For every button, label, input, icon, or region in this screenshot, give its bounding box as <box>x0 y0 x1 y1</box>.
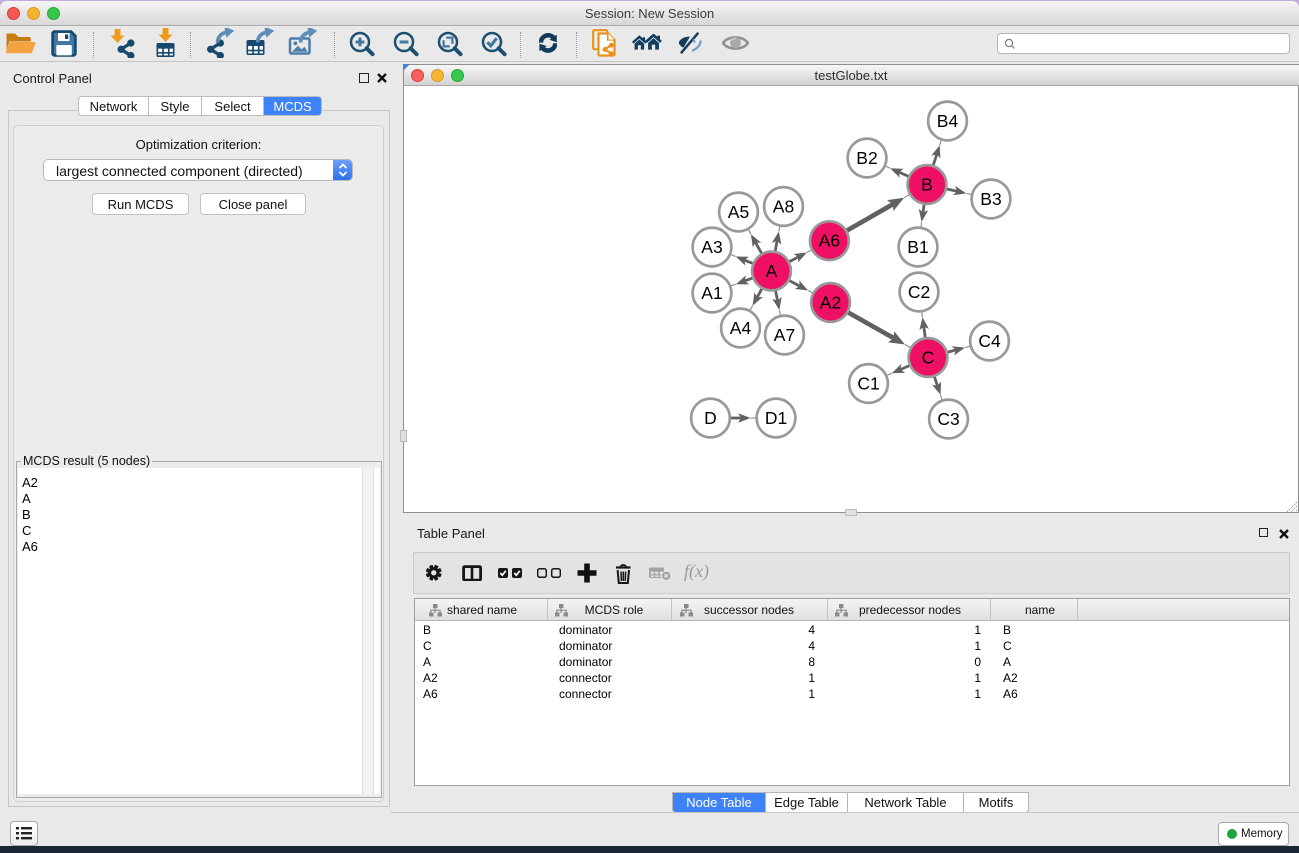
svg-text:C3: C3 <box>937 409 959 429</box>
svg-text:A2: A2 <box>820 293 841 313</box>
svg-text:A6: A6 <box>819 231 840 251</box>
svg-text:D: D <box>704 408 717 428</box>
svg-text:D1: D1 <box>765 408 787 428</box>
svg-text:A8: A8 <box>773 197 794 217</box>
svg-text:C4: C4 <box>978 331 1001 351</box>
svg-text:A7: A7 <box>774 325 795 345</box>
svg-text:A: A <box>766 261 778 281</box>
svg-text:B1: B1 <box>907 237 928 257</box>
svg-text:B3: B3 <box>980 189 1001 209</box>
svg-text:A5: A5 <box>728 202 749 222</box>
svg-text:A3: A3 <box>701 237 722 257</box>
svg-text:C2: C2 <box>908 282 930 302</box>
svg-text:C1: C1 <box>857 374 879 394</box>
svg-text:B: B <box>921 175 933 195</box>
svg-text:A4: A4 <box>730 318 752 338</box>
svg-text:A1: A1 <box>701 283 722 303</box>
svg-text:C: C <box>922 348 935 368</box>
svg-text:B4: B4 <box>937 111 959 131</box>
svg-text:B2: B2 <box>856 148 877 168</box>
